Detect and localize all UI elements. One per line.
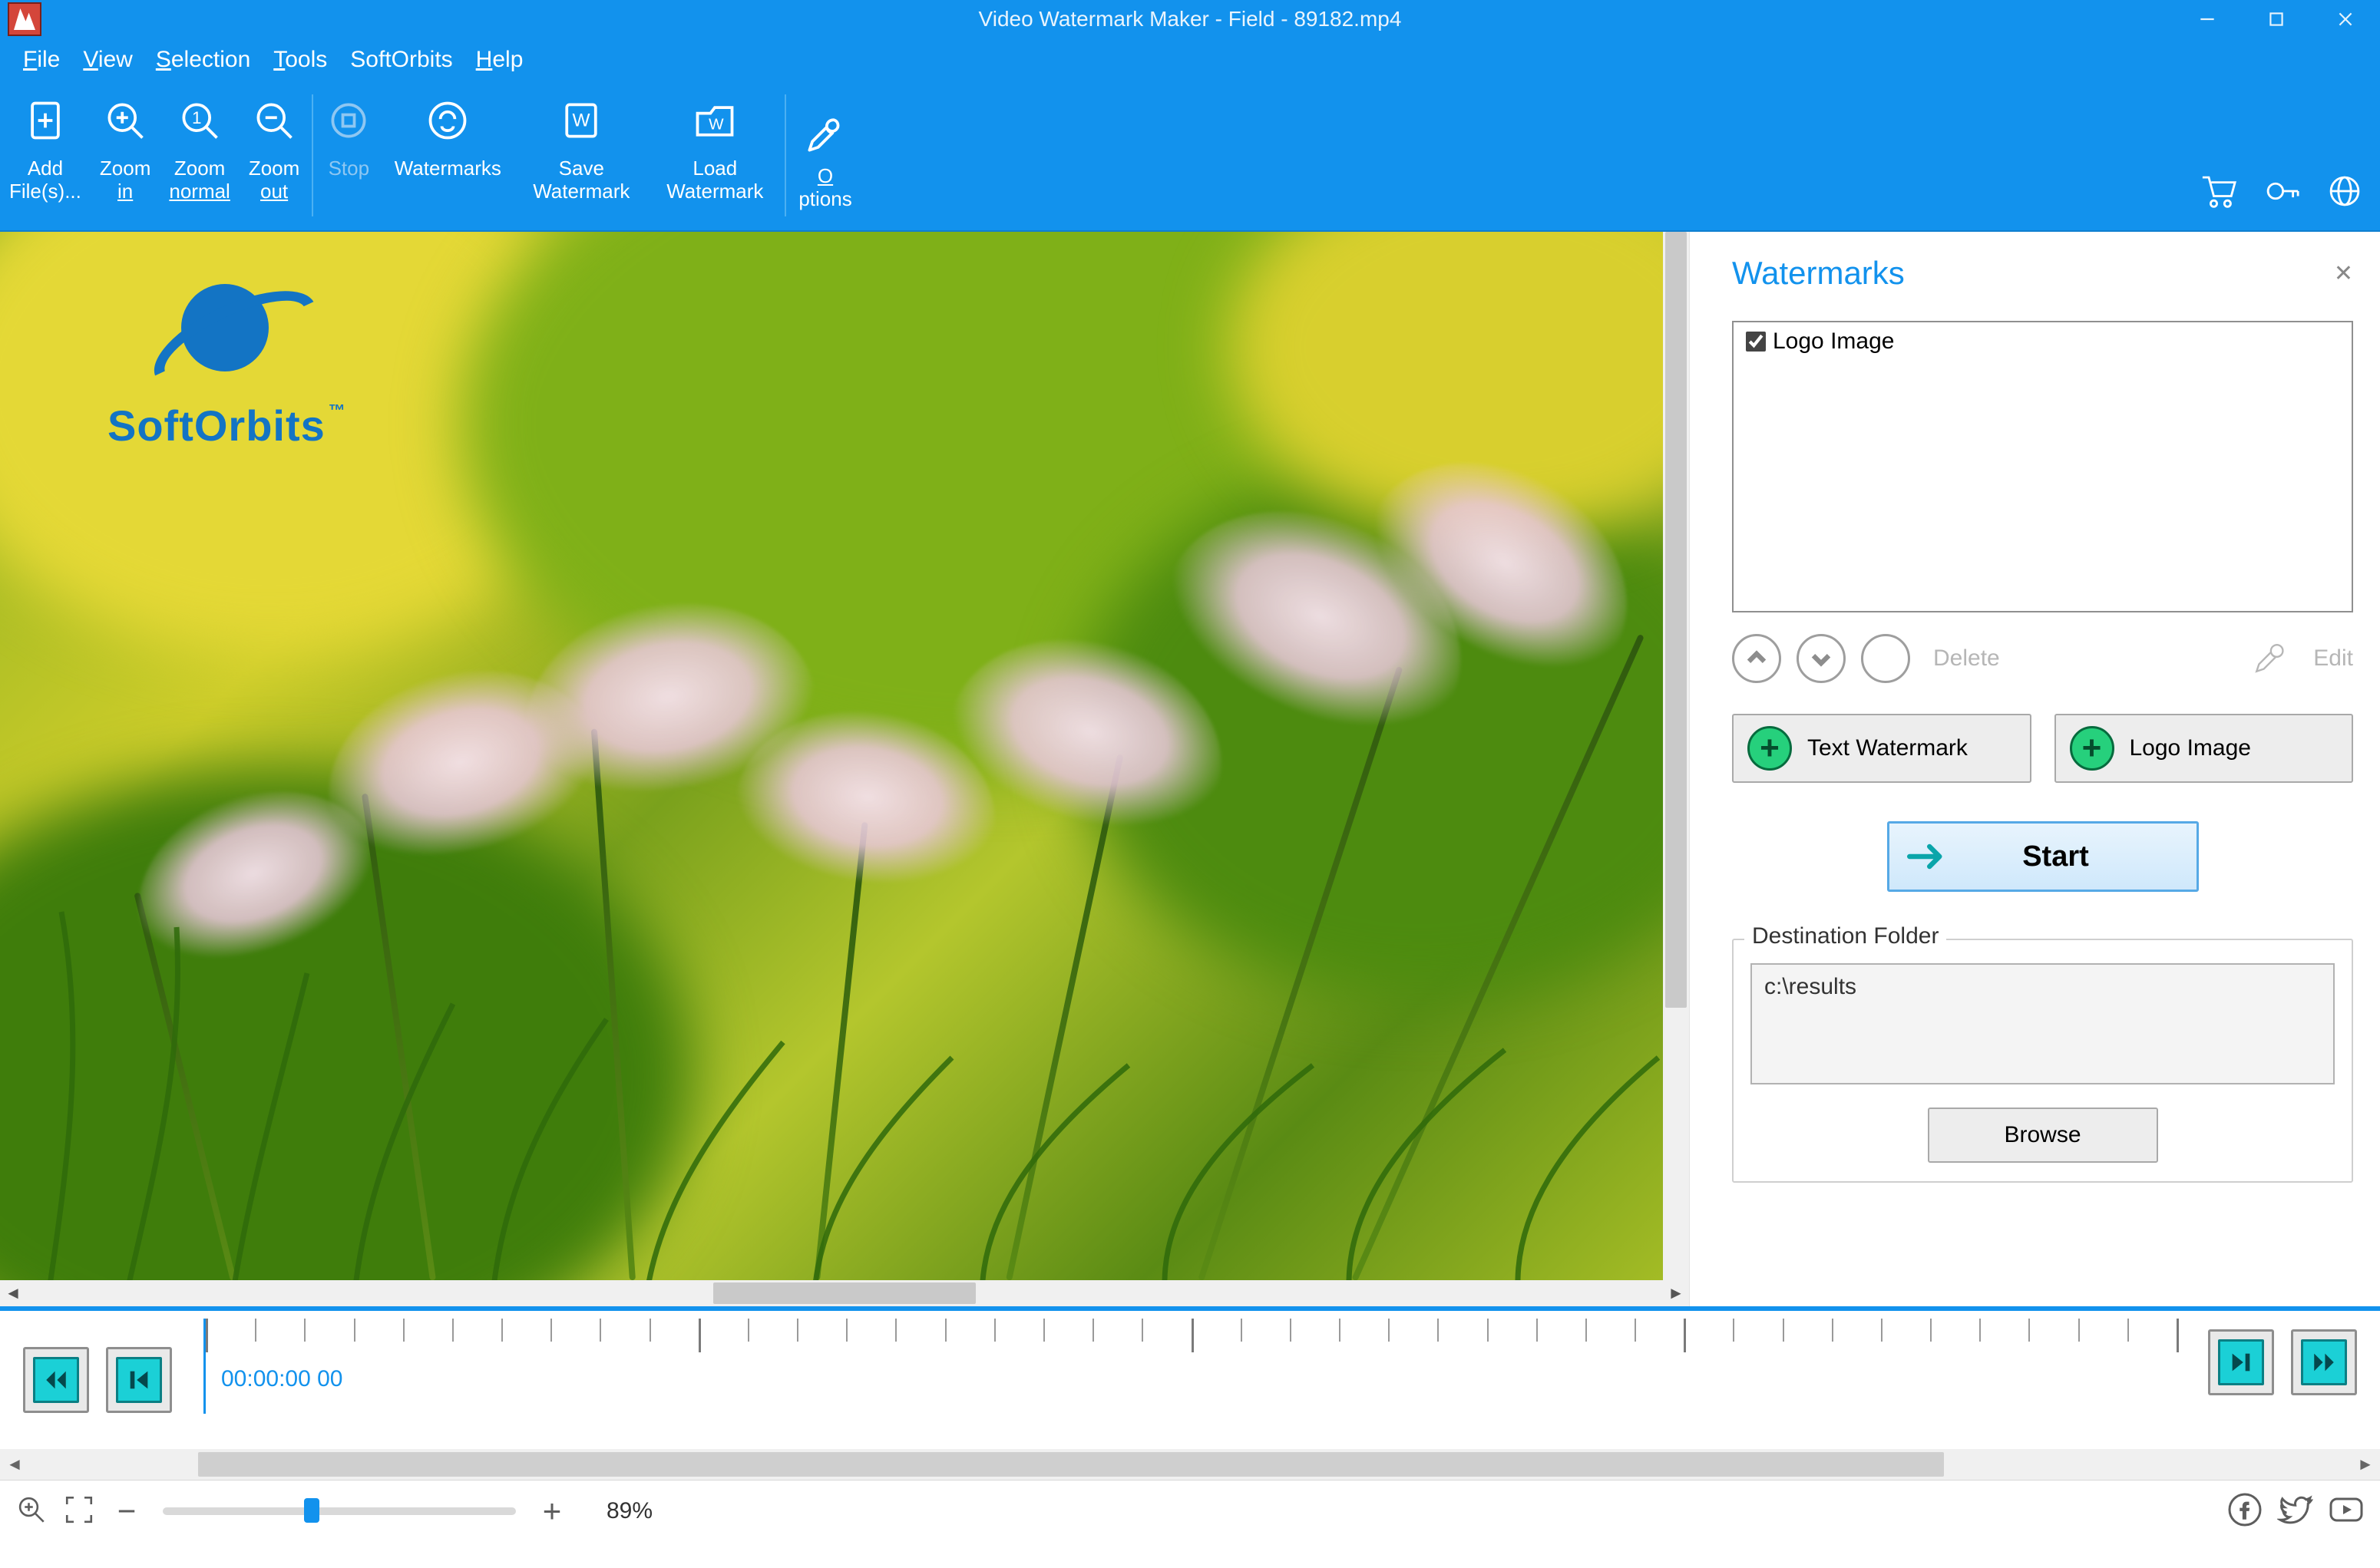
destination-path[interactable]: c:\results — [1750, 963, 2335, 1084]
zoom-percent: 89% — [607, 1498, 653, 1524]
tool-zoom-normal[interactable]: 1 Zoomnormal — [160, 81, 239, 230]
watermark-item-label: Logo Image — [1773, 328, 1894, 355]
timeline-scrollbar[interactable]: ◄ ► — [0, 1449, 2380, 1480]
video-preview[interactable]: SoftOrbits™ — [0, 232, 1689, 1280]
add-text-watermark-button[interactable]: + Text Watermark — [1732, 714, 2031, 783]
toolbar: AddFile(s)... Zoomin 1 Zoomnormal Zoomou… — [0, 81, 2380, 232]
watermark-brand-text: SoftOrbits — [107, 401, 326, 450]
zoom-out-button[interactable]: − — [111, 1493, 143, 1530]
planet-icon — [160, 262, 290, 393]
close-button[interactable] — [2311, 0, 2380, 38]
plus-icon: + — [1747, 726, 1792, 771]
menu-bar: File View Selection Tools SoftOrbits Hel… — [0, 38, 2380, 81]
title-bar: Video Watermark Maker - Field - 89182.mp… — [0, 0, 2380, 38]
menu-view[interactable]: View — [83, 47, 132, 73]
remove-button[interactable] — [1861, 634, 1910, 683]
options-icon — [802, 111, 848, 157]
globe-icon[interactable] — [2325, 171, 2365, 215]
watermarks-icon — [425, 97, 471, 144]
zoom-in-button[interactable]: + — [536, 1493, 568, 1530]
timeline-forward-end-button[interactable] — [2291, 1329, 2357, 1395]
wrench-icon[interactable] — [2252, 638, 2290, 680]
watermarks-panel: Watermarks ✕ Logo Image Delete Edit — [1689, 232, 2380, 1306]
tool-save-watermark[interactable]: W SaveWatermark — [514, 81, 648, 230]
youtube-icon[interactable] — [2328, 1491, 2365, 1532]
watermark-list-item[interactable]: Logo Image — [1743, 328, 2342, 355]
svg-text:W: W — [573, 111, 590, 131]
watermark-overlay[interactable]: SoftOrbits™ — [107, 262, 342, 451]
menu-help[interactable]: Help — [476, 47, 524, 73]
timeline-ruler[interactable]: 00:00:00 00 — [203, 1319, 2177, 1414]
panel-close-icon[interactable]: ✕ — [2334, 260, 2353, 287]
scroll-left-icon[interactable]: ◄ — [0, 1280, 26, 1306]
menu-file[interactable]: File — [23, 47, 60, 73]
panel-title: Watermarks — [1732, 255, 1905, 292]
tool-zoom-out[interactable]: Zoomout — [240, 81, 309, 230]
watermark-item-checkbox[interactable] — [1746, 332, 1766, 352]
save-watermark-icon: W — [558, 97, 604, 144]
svg-text:W: W — [709, 115, 724, 133]
tool-options[interactable]: Options — [789, 94, 861, 217]
move-up-button[interactable] — [1732, 634, 1781, 683]
key-icon[interactable] — [2262, 171, 2302, 215]
zoom-reset-icon[interactable] — [15, 1494, 48, 1530]
zoom-slider[interactable] — [163, 1507, 516, 1515]
browse-button[interactable]: Browse — [1928, 1108, 2158, 1163]
preview-horizontal-scrollbar[interactable]: ◄ ► — [0, 1280, 1689, 1306]
status-bar: − + 89% — [0, 1480, 2380, 1542]
timeline: 00:00:00 00 ◄ ► — [0, 1306, 2380, 1480]
add-logo-image-button[interactable]: + Logo Image — [2054, 714, 2354, 783]
tool-watermarks[interactable]: Watermarks — [381, 81, 514, 230]
zoom-normal-icon: 1 — [177, 97, 223, 144]
tool-add-files[interactable]: AddFile(s)... — [0, 81, 91, 230]
add-file-icon — [22, 97, 68, 144]
destination-folder-group: Destination Folder c:\results Browse — [1732, 939, 2353, 1183]
load-watermark-icon: W — [692, 97, 738, 144]
timeline-timecode: 00:00:00 00 — [221, 1366, 342, 1392]
window-title: Video Watermark Maker - Field - 89182.mp… — [0, 7, 2380, 31]
tool-load-watermark[interactable]: W LoadWatermark — [648, 81, 782, 230]
start-arrow-icon — [1900, 841, 1954, 872]
app-icon — [8, 2, 41, 36]
start-button[interactable]: Start — [1887, 821, 2199, 892]
facebook-icon[interactable] — [2226, 1491, 2263, 1532]
menu-tools[interactable]: Tools — [273, 47, 327, 73]
stop-icon — [326, 97, 372, 144]
menu-selection[interactable]: Selection — [156, 47, 250, 73]
destination-legend: Destination Folder — [1744, 923, 1946, 949]
timeline-step-back-button[interactable] — [106, 1347, 172, 1413]
svg-text:1: 1 — [192, 108, 202, 127]
zoom-in-icon — [102, 97, 148, 144]
tool-stop: Stop — [316, 81, 381, 230]
menu-softorbits[interactable]: SoftOrbits — [350, 47, 452, 73]
move-down-button[interactable] — [1797, 634, 1846, 683]
edit-button[interactable]: Edit — [2313, 645, 2353, 672]
twitter-icon[interactable] — [2277, 1491, 2314, 1532]
grass-decor — [0, 774, 1689, 1280]
timeline-step-forward-button[interactable] — [2208, 1329, 2274, 1395]
plus-icon: + — [2070, 726, 2114, 771]
scroll-right-icon[interactable]: ► — [1663, 1280, 1689, 1306]
maximize-button[interactable] — [2242, 0, 2311, 38]
minimize-button[interactable] — [2173, 0, 2242, 38]
zoom-out-icon — [251, 97, 297, 144]
preview-vertical-scrollbar[interactable] — [1663, 232, 1689, 1280]
fit-screen-icon[interactable] — [63, 1494, 95, 1530]
delete-button[interactable]: Delete — [1933, 645, 2000, 672]
tool-zoom-in[interactable]: Zoomin — [91, 81, 160, 230]
timeline-rewind-start-button[interactable] — [23, 1347, 89, 1413]
cart-icon[interactable] — [2199, 171, 2239, 215]
watermark-list[interactable]: Logo Image — [1732, 321, 2353, 612]
